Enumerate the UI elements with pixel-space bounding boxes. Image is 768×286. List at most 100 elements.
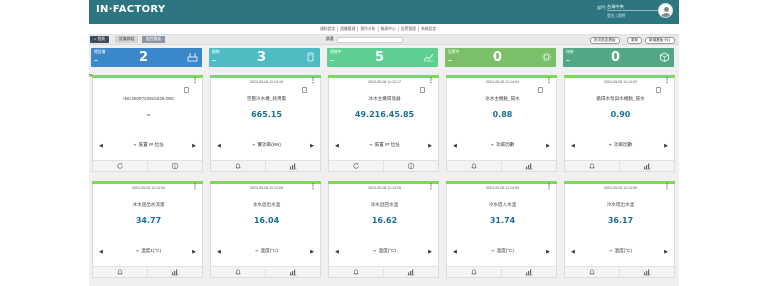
more-icon[interactable]: ⋮ (664, 184, 670, 190)
card-metric-text: 溫度1(°C) (141, 248, 162, 253)
card-metric-text: 實功率(kW) (257, 142, 281, 147)
top-nav-item[interactable]: 通知設定 (318, 26, 339, 32)
app-header: IN·FACTORY 部門 台灣中央 ▾ 登出 | 說明 (89, 0, 679, 24)
chevron-right-icon[interactable]: ▶ (192, 143, 196, 149)
more-icon[interactable]: ⋮ (546, 78, 552, 84)
top-nav-item[interactable]: 告警管理 (399, 26, 419, 32)
home-breadcrumb[interactable]: ⌂ 首頁 (90, 36, 109, 43)
filter-input[interactable] (337, 36, 403, 43)
monitor-card[interactable]: 2024-05-06 11:14:04 ⋮ 冰水迴出水流量 34.77 ◀ ❧ 溫… (92, 181, 203, 278)
avatar[interactable] (658, 3, 673, 18)
refresh-icon[interactable] (329, 161, 384, 171)
chart-icon[interactable] (266, 161, 320, 171)
top-nav-item[interactable]: 運作分析 (358, 26, 379, 32)
chart-icon[interactable] (502, 267, 556, 277)
leaf-icon: ❧ (135, 248, 140, 253)
info-icon[interactable] (148, 161, 202, 171)
bell-icon[interactable] (447, 161, 502, 171)
breadcrumb-item-active[interactable]: 監控看板 (142, 36, 166, 43)
card-value: 49.216.45.85 (354, 110, 415, 119)
monitor-card[interactable]: 2024-05-06 11:14:05 ⋮ 冷水塔出水溫 36.17 ◀ ❧ 溫度… (564, 181, 675, 278)
bell-icon[interactable] (565, 267, 620, 277)
card-actions (447, 266, 556, 277)
add-card-button[interactable]: 新增看板卡片 (645, 36, 675, 44)
top-nav-item[interactable]: 系統設定 (419, 26, 438, 32)
more-icon[interactable]: ⋮ (428, 78, 434, 84)
dept-select[interactable]: 台灣中央 ▾ (607, 4, 661, 11)
summary-more[interactable]: ... (448, 57, 452, 63)
summary-card[interactable]: 連線中 ... 5 (327, 48, 438, 67)
chart-icon[interactable] (266, 267, 320, 277)
info-icon[interactable] (384, 161, 438, 171)
card-device-name: 冷水塔出水溫 (606, 202, 635, 207)
chevron-right-icon[interactable]: ▶ (664, 249, 668, 255)
summary-title: 離線 (212, 49, 220, 54)
card-status-bar (92, 75, 203, 78)
chevron-right-icon[interactable]: ▶ (428, 143, 432, 149)
bell-icon[interactable] (211, 161, 266, 171)
monitor-card[interactable]: 2024-05-06 11:12:17 ⋮ 冰水主機環境器 49.216.45.… (328, 75, 439, 172)
user-links[interactable]: 登出 | 說明 (607, 14, 625, 19)
top-nav-item[interactable]: 報表中心 (379, 26, 399, 32)
summary-card[interactable]: 離線 ... 3 (209, 48, 320, 67)
refresh-button[interactable]: 更新 (627, 36, 643, 44)
chevron-right-icon[interactable]: ▶ (546, 143, 550, 149)
chevron-right-icon[interactable]: ▶ (546, 249, 550, 255)
more-icon[interactable]: ⋮ (192, 78, 198, 84)
more-icon[interactable]: ⋮ (192, 184, 198, 190)
more-icon[interactable]: ⋮ (428, 184, 434, 190)
breadcrumb-item[interactable]: 設備群組 (115, 36, 139, 43)
summary-more[interactable]: ... (94, 57, 98, 63)
monitor-card[interactable]: 2024-05-06 11:14:05 ⋮ 冰水迴回水溫 16.62 ◀ ❧ 溫度… (328, 181, 439, 278)
batch-setting-button[interactable]: 批次設定看板 (590, 36, 620, 44)
bell-icon[interactable] (211, 267, 266, 277)
monitor-card[interactable]: 2024-05-06 11:14:16 ⋮ 空壓冷水機_耗用電 665.15 ◀… (210, 75, 321, 172)
card-timestamp: 2024-05-06 11:14:03 (603, 80, 638, 84)
card-metric-text: 溫度(°C) (496, 248, 514, 253)
more-icon[interactable]: ⋮ (546, 184, 552, 190)
card-metric-text: 溫度(°C) (378, 248, 396, 253)
chart-icon[interactable] (384, 267, 438, 277)
chevron-right-icon[interactable]: ▶ (664, 143, 668, 149)
summary-card[interactable]: 告警中 ... 0 (445, 48, 556, 67)
app-window: IN·FACTORY 部門 台灣中央 ▾ 登出 | 說明 通知設定設備管理運作分… (89, 0, 679, 286)
monitor-card[interactable]: 2024-05-06 11:14:03 ⋮ 循環水泵與水機動_揚水 0.90 ◀… (564, 75, 675, 172)
chevron-right-icon[interactable]: ▶ (428, 249, 432, 255)
more-icon[interactable]: ⋮ (664, 78, 670, 84)
card-metric-label: ❧ 溫度(°C) (329, 248, 440, 254)
card-metric-label: ❧ 溫度(°C) (211, 248, 322, 254)
chart-icon[interactable] (148, 267, 202, 277)
monitor-card[interactable]: 2024-05-06 11:14:04 ⋮ 冰水主機動_揚水 0.88 ◀ ❧ 功… (446, 75, 557, 172)
bell-icon[interactable] (93, 267, 148, 277)
chart-icon[interactable] (620, 267, 674, 277)
summary-value: 2 (139, 50, 149, 65)
monitor-card[interactable]: ⋮ INC4000732915325-000 - ◀ ❧ 裝置 IP 位址 ▶ (92, 75, 203, 172)
monitor-card[interactable]: 2024-05-06 11:14:05 ⋮ 冷水塔入水溫 31.74 ◀ ❧ 溫度… (446, 181, 557, 278)
more-icon[interactable]: ⋮ (310, 184, 316, 190)
top-nav-item[interactable]: 設備管理 (338, 26, 359, 32)
summary-card[interactable]: 待修 ... 0 (563, 48, 674, 67)
summary-more[interactable]: ... (330, 57, 334, 63)
card-timestamp: 2024-05-06 11:12:17 (367, 80, 402, 84)
monitor-card[interactable]: 2024-05-06 11:14:05 ⋮ 冰水迴出水溫 16.04 ◀ ❧ 溫度… (210, 181, 321, 278)
filter-label: 篩選 (326, 37, 334, 41)
refresh-icon[interactable] (93, 161, 148, 171)
summary-more[interactable]: ... (566, 57, 570, 63)
card-timestamp: 2024-05-06 11:14:05 (603, 186, 638, 190)
chevron-right-icon[interactable]: ▶ (310, 143, 314, 149)
bell-icon[interactable] (447, 267, 502, 277)
chart-icon[interactable] (620, 161, 674, 171)
chart-icon[interactable] (502, 161, 556, 171)
bell-icon[interactable] (565, 161, 620, 171)
card-actions (447, 160, 556, 171)
chevron-right-icon[interactable]: ▶ (310, 249, 314, 255)
bell-icon[interactable] (329, 267, 384, 277)
card-metric-text: 功率因數 (495, 142, 515, 147)
more-icon[interactable]: ⋮ (310, 78, 316, 84)
summary-card[interactable]: 總設備 ... 2 (91, 48, 202, 67)
summary-more[interactable]: ... (212, 57, 216, 63)
card-device-name: 冰水迴出水溫 (252, 202, 281, 207)
card-actions (329, 266, 438, 277)
chevron-right-icon[interactable]: ▶ (192, 249, 196, 255)
leaf-icon: ❧ (491, 248, 495, 253)
